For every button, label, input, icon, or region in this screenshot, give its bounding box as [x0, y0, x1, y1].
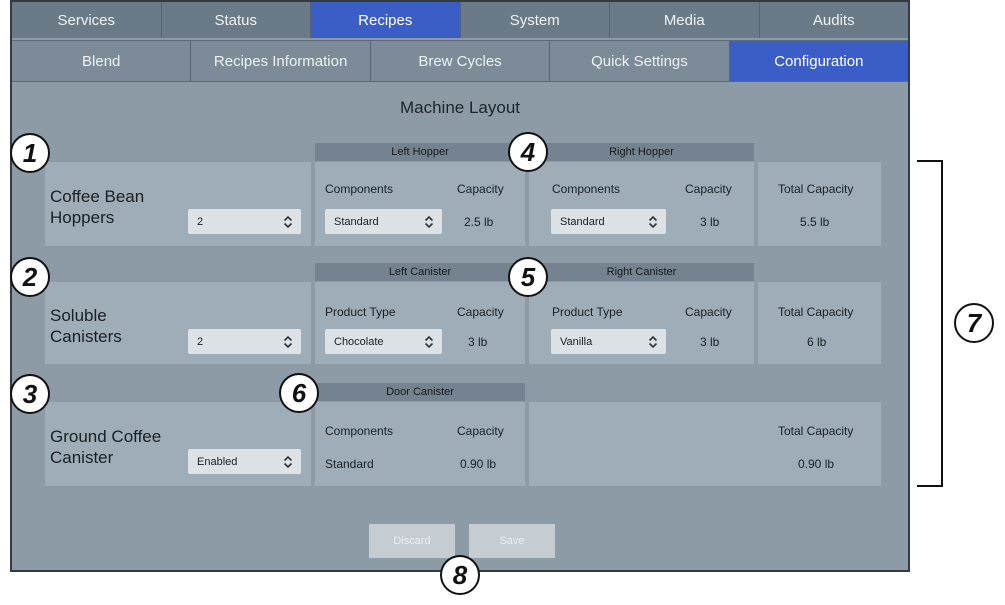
canisters-count-select[interactable]: 2	[188, 329, 301, 354]
save-button[interactable]: Save	[469, 524, 555, 558]
page-title: Machine Layout	[399, 98, 521, 117]
canisters-label-line2: Canisters	[50, 327, 122, 346]
callout-7: 7	[954, 303, 994, 343]
callout-5: 5	[508, 257, 548, 297]
hoppers-label: Coffee Bean Hoppers	[50, 186, 144, 228]
ground-label-line1: Ground Coffee	[50, 427, 162, 446]
left-hopper-header: Left Hopper	[315, 143, 525, 161]
callout-2: 2	[10, 257, 50, 297]
hoppers-label-line1: Coffee Bean	[50, 187, 145, 206]
ground-status-select[interactable]: Enabled	[188, 449, 301, 474]
tab-status[interactable]: Status	[162, 2, 311, 38]
tab-system[interactable]: System	[461, 2, 610, 38]
bracket	[917, 160, 943, 487]
discard-button[interactable]: Discard	[369, 524, 455, 558]
right-hopper-capacity-label: Capacity	[685, 182, 732, 196]
right-hopper-components-label: Components	[552, 182, 621, 196]
hoppers-total-value: 5.5 lb	[800, 215, 830, 229]
ground-label-line2: Canister	[50, 448, 114, 467]
chevron-updown-icon	[283, 455, 293, 468]
canisters-total-label: Total Capacity	[778, 305, 854, 319]
callout-8: 8	[440, 555, 480, 595]
left-hopper-capacity-label: Capacity	[457, 182, 504, 196]
ground-total-label: Total Capacity	[778, 424, 854, 438]
door-canister-header: Door Canister	[315, 383, 525, 401]
ground-total-panel	[529, 402, 881, 486]
callout-1: 1	[10, 133, 50, 173]
right-hopper-header: Right Hopper	[529, 143, 754, 161]
chevron-updown-icon	[424, 215, 434, 228]
right-canister-capacity-label: Capacity	[685, 305, 732, 319]
left-canister-capacity-label: Capacity	[457, 305, 504, 319]
tab-recipes[interactable]: Recipes	[311, 2, 461, 38]
chevron-updown-icon	[648, 335, 658, 348]
chevron-updown-icon	[424, 335, 434, 348]
ground-status-value: Enabled	[197, 455, 238, 468]
subtab-quick-settings[interactable]: Quick Settings	[550, 41, 730, 81]
left-hopper-components-value: Standard	[334, 215, 379, 228]
main-tab-bar: Services Status Recipes System Media Aud…	[12, 2, 908, 38]
subtab-recipes-information[interactable]: Recipes Information	[191, 41, 371, 81]
right-canister-type-label: Product Type	[552, 305, 623, 319]
hoppers-count-select[interactable]: 2	[188, 209, 301, 234]
left-canister-type-label: Product Type	[325, 305, 396, 319]
left-canister-header: Left Canister	[315, 263, 525, 281]
sub-tab-bar: Blend Recipes Information Brew Cycles Qu…	[12, 40, 908, 82]
canisters-count-value: 2	[197, 335, 204, 348]
door-canister-components-label: Components	[325, 424, 394, 438]
left-canister-capacity-value: 3 lb	[468, 335, 488, 349]
right-canister-header: Right Canister	[529, 263, 754, 281]
chevron-updown-icon	[283, 215, 293, 228]
right-hopper-components-select[interactable]: Standard	[551, 209, 666, 234]
left-hopper-components-label: Components	[325, 182, 394, 196]
subtab-configuration[interactable]: Configuration	[729, 41, 908, 81]
right-hopper-components-value: Standard	[560, 215, 605, 228]
hoppers-total-label: Total Capacity	[778, 182, 854, 196]
hoppers-label-line2: Hoppers	[50, 208, 115, 227]
door-canister-capacity-label: Capacity	[457, 424, 504, 438]
canisters-label-line1: Soluble	[50, 306, 107, 325]
hoppers-count-value: 2	[197, 215, 204, 228]
chevron-updown-icon	[283, 335, 293, 348]
right-canister-type-value: Vanilla	[560, 335, 593, 348]
chevron-updown-icon	[648, 215, 658, 228]
door-canister-panel	[315, 402, 525, 486]
subtab-brew-cycles[interactable]: Brew Cycles	[371, 41, 551, 81]
callout-6: 6	[279, 373, 319, 413]
left-hopper-capacity-value: 2.5 lb	[464, 215, 494, 229]
tab-media[interactable]: Media	[610, 2, 760, 38]
ground-total-value: 0.90 lb	[798, 457, 835, 471]
canisters-label: Soluble Canisters	[50, 305, 122, 347]
hoppers-total-panel	[758, 162, 881, 246]
right-canister-type-select[interactable]: Vanilla	[551, 329, 666, 354]
callout-3: 3	[10, 374, 50, 414]
tab-audits[interactable]: Audits	[760, 2, 909, 38]
ground-label: Ground Coffee Canister	[50, 426, 161, 468]
door-canister-components-value: Standard	[325, 457, 374, 471]
subtab-blend[interactable]: Blend	[12, 41, 192, 81]
tab-services[interactable]: Services	[12, 2, 162, 38]
callout-4: 4	[508, 132, 548, 172]
canisters-total-value: 6 lb	[807, 335, 827, 349]
machine-layout-screen: Services Status Recipes System Media Aud…	[10, 0, 910, 572]
left-canister-type-select[interactable]: Chocolate	[325, 329, 442, 354]
canisters-total-panel	[758, 282, 881, 364]
door-canister-capacity-value: 0.90 lb	[460, 457, 497, 471]
left-hopper-components-select[interactable]: Standard	[325, 209, 442, 234]
left-canister-type-value: Chocolate	[334, 335, 384, 348]
right-hopper-capacity-value: 3 lb	[700, 215, 720, 229]
right-canister-capacity-value: 3 lb	[700, 335, 720, 349]
